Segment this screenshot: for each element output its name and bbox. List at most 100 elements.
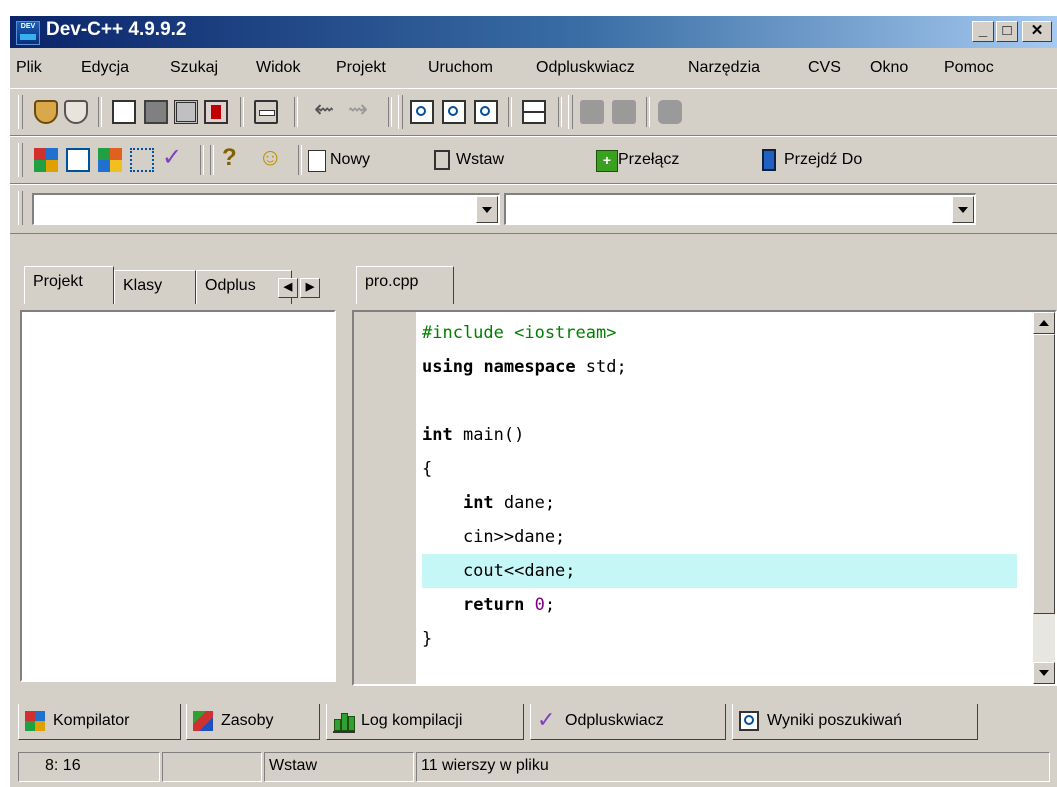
status-modified [162, 752, 262, 782]
tab-scroll-right-icon[interactable]: ▶ [300, 278, 320, 298]
project-tree[interactable] [20, 310, 336, 682]
code-token: dane; [493, 493, 556, 513]
print-icon[interactable] [254, 100, 278, 124]
code-line[interactable]: } [422, 622, 432, 656]
code-line[interactable]: { [422, 452, 432, 486]
replace-icon[interactable] [442, 100, 466, 124]
menu-cvs[interactable]: CVS [808, 59, 841, 77]
scroll-down-icon[interactable] [1033, 662, 1055, 684]
chevron-down-icon[interactable] [476, 196, 498, 223]
code-token: } [422, 629, 433, 649]
search-icon [739, 711, 759, 731]
rebuild-icon[interactable] [130, 148, 154, 172]
app-icon[interactable]: DEV [16, 21, 40, 45]
menu-szukaj[interactable]: Szukaj [170, 59, 218, 77]
run-icon[interactable] [66, 148, 90, 172]
goto-bookmark-icon [612, 100, 636, 124]
maximize-button[interactable]: □ [996, 21, 1018, 42]
debug-icon: ✓ [537, 707, 556, 732]
code-line[interactable]: cin>>dane; [422, 520, 565, 554]
compile-icon[interactable] [34, 148, 58, 172]
insert-icon [434, 150, 450, 170]
insert-button[interactable]: Wstaw [434, 147, 554, 175]
menu-narzedzia[interactable]: Narzędzia [688, 59, 760, 77]
toggle-button[interactable]: + Przełącz [596, 147, 726, 175]
tab-odpluskwiacz-log[interactable]: ✓ Odpluskwiacz [530, 704, 726, 740]
tab-klasy[interactable]: Klasy [114, 270, 196, 304]
status-position: 8: 16 [18, 752, 160, 782]
member-combo[interactable] [504, 193, 976, 225]
code-token: std; [575, 357, 627, 377]
tab-scroll-left-icon[interactable]: ◀ [278, 278, 298, 298]
menu-okno[interactable]: Okno [870, 59, 908, 77]
code-editor[interactable]: #include <iostream> using namespace std; i… [352, 310, 1057, 686]
code-line[interactable]: int main() [422, 418, 524, 452]
code-token: ; [544, 595, 556, 615]
window-title: Dev-C++ 4.9.9.2 [46, 19, 187, 40]
find-next-icon[interactable] [474, 100, 498, 124]
compiler-icon [25, 711, 45, 731]
scroll-up-icon[interactable] [1033, 312, 1055, 334]
about-icon[interactable]: ☺ [258, 144, 283, 172]
code-line[interactable]: using namespace std; [422, 350, 627, 384]
menu-edycja[interactable]: Edycja [81, 59, 129, 77]
tab-pro-cpp[interactable]: pro.cpp [356, 266, 454, 304]
chevron-down-icon[interactable] [952, 196, 974, 223]
editor-gutter[interactable] [354, 312, 416, 684]
new-file-icon[interactable] [64, 100, 88, 124]
undo-icon[interactable]: ⇜ [314, 96, 334, 124]
code-line[interactable]: return 0; [422, 588, 555, 622]
tab-log-kompilacji[interactable]: Log kompilacji [326, 704, 524, 740]
plus-icon: + [596, 150, 618, 172]
save-all-icon[interactable] [174, 100, 198, 124]
tab-projekt[interactable]: Projekt [24, 266, 114, 304]
class-toolbar [10, 184, 1057, 234]
status-lines: 11 wierszy w pliku [416, 752, 1050, 782]
main-window: DEV Dev-C++ 4.9.9.2 _ □ ✕ Plik Edycja Sz… [10, 16, 1057, 787]
save-icon[interactable] [144, 100, 168, 124]
help-icon[interactable]: ? [222, 144, 237, 172]
main-toolbar: ⇜ ⇝ [10, 88, 1057, 136]
code-line[interactable]: #include <iostream> [422, 316, 616, 350]
open-project-icon[interactable] [34, 100, 58, 124]
goto-button[interactable]: Przejdź Do [762, 147, 912, 175]
tab-zasoby[interactable]: Zasoby [186, 704, 320, 740]
code-line[interactable]: int dane; [422, 486, 555, 520]
editor-scrollbar[interactable] [1033, 312, 1055, 684]
menu-widok[interactable]: Widok [256, 59, 300, 77]
class-browser-icon [658, 100, 682, 124]
menu-uruchom[interactable]: Uruchom [428, 59, 493, 77]
tab-wyniki-poszukiwan[interactable]: Wyniki poszukiwań [732, 704, 978, 740]
title-bar[interactable]: DEV Dev-C++ 4.9.9.2 _ □ ✕ [10, 16, 1057, 48]
close-file-icon[interactable] [204, 100, 228, 124]
toolbar-grip[interactable] [18, 95, 23, 129]
close-button[interactable]: ✕ [1022, 21, 1052, 42]
compile-run-icon[interactable] [98, 148, 122, 172]
menu-plik[interactable]: Plik [16, 59, 42, 77]
menu-projekt[interactable]: Projekt [336, 59, 386, 77]
menu-pomoc[interactable]: Pomoc [944, 59, 994, 77]
new-source-icon[interactable] [112, 100, 136, 124]
menu-bar: Plik Edycja Szukaj Widok Projekt Uruchom… [10, 52, 1057, 84]
code-line[interactable]: cout<<dane; [422, 554, 576, 588]
code-token: int [462, 493, 494, 513]
secondary-toolbar: ✓ ? ☺ Nowy Wstaw + Przełącz Przejdź Do [10, 136, 1057, 184]
resources-icon [193, 711, 213, 731]
class-combo[interactable] [32, 193, 500, 225]
redo-icon[interactable]: ⇝ [348, 96, 368, 124]
status-mode: Wstaw [264, 752, 414, 782]
debug-icon[interactable]: ✓ [162, 144, 182, 172]
minimize-button[interactable]: _ [972, 21, 994, 42]
find-icon[interactable] [410, 100, 434, 124]
menu-odpluskwiacz[interactable]: Odpluskwiacz [536, 59, 635, 77]
goto-line-icon[interactable] [522, 100, 546, 124]
code-token: main() [452, 425, 525, 445]
tab-kompilator[interactable]: Kompilator [18, 704, 181, 740]
new-button[interactable]: Nowy [308, 147, 418, 175]
new-page-icon [308, 150, 326, 172]
chart-icon [333, 711, 355, 733]
scroll-thumb[interactable] [1033, 334, 1055, 614]
toggle-bookmark-icon [580, 100, 604, 124]
